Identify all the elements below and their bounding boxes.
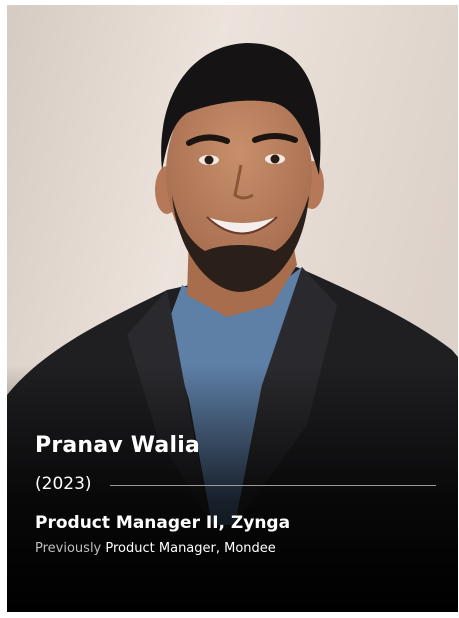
profile-card: Pranav Walia (2023) Product Manager II, … xyxy=(7,5,458,612)
previous-role: Product Manager, Mondee xyxy=(105,541,276,556)
graduation-year: (2023) xyxy=(35,474,92,494)
profile-name: Pranav Walia xyxy=(35,433,200,458)
divider-line xyxy=(109,484,436,486)
current-role: Product Manager II, Zynga xyxy=(35,513,291,533)
previous-role-line: Previously Product Manager, Mondee xyxy=(35,541,276,556)
previous-label: Previously xyxy=(35,541,102,556)
year-row: (2023) xyxy=(35,474,436,494)
